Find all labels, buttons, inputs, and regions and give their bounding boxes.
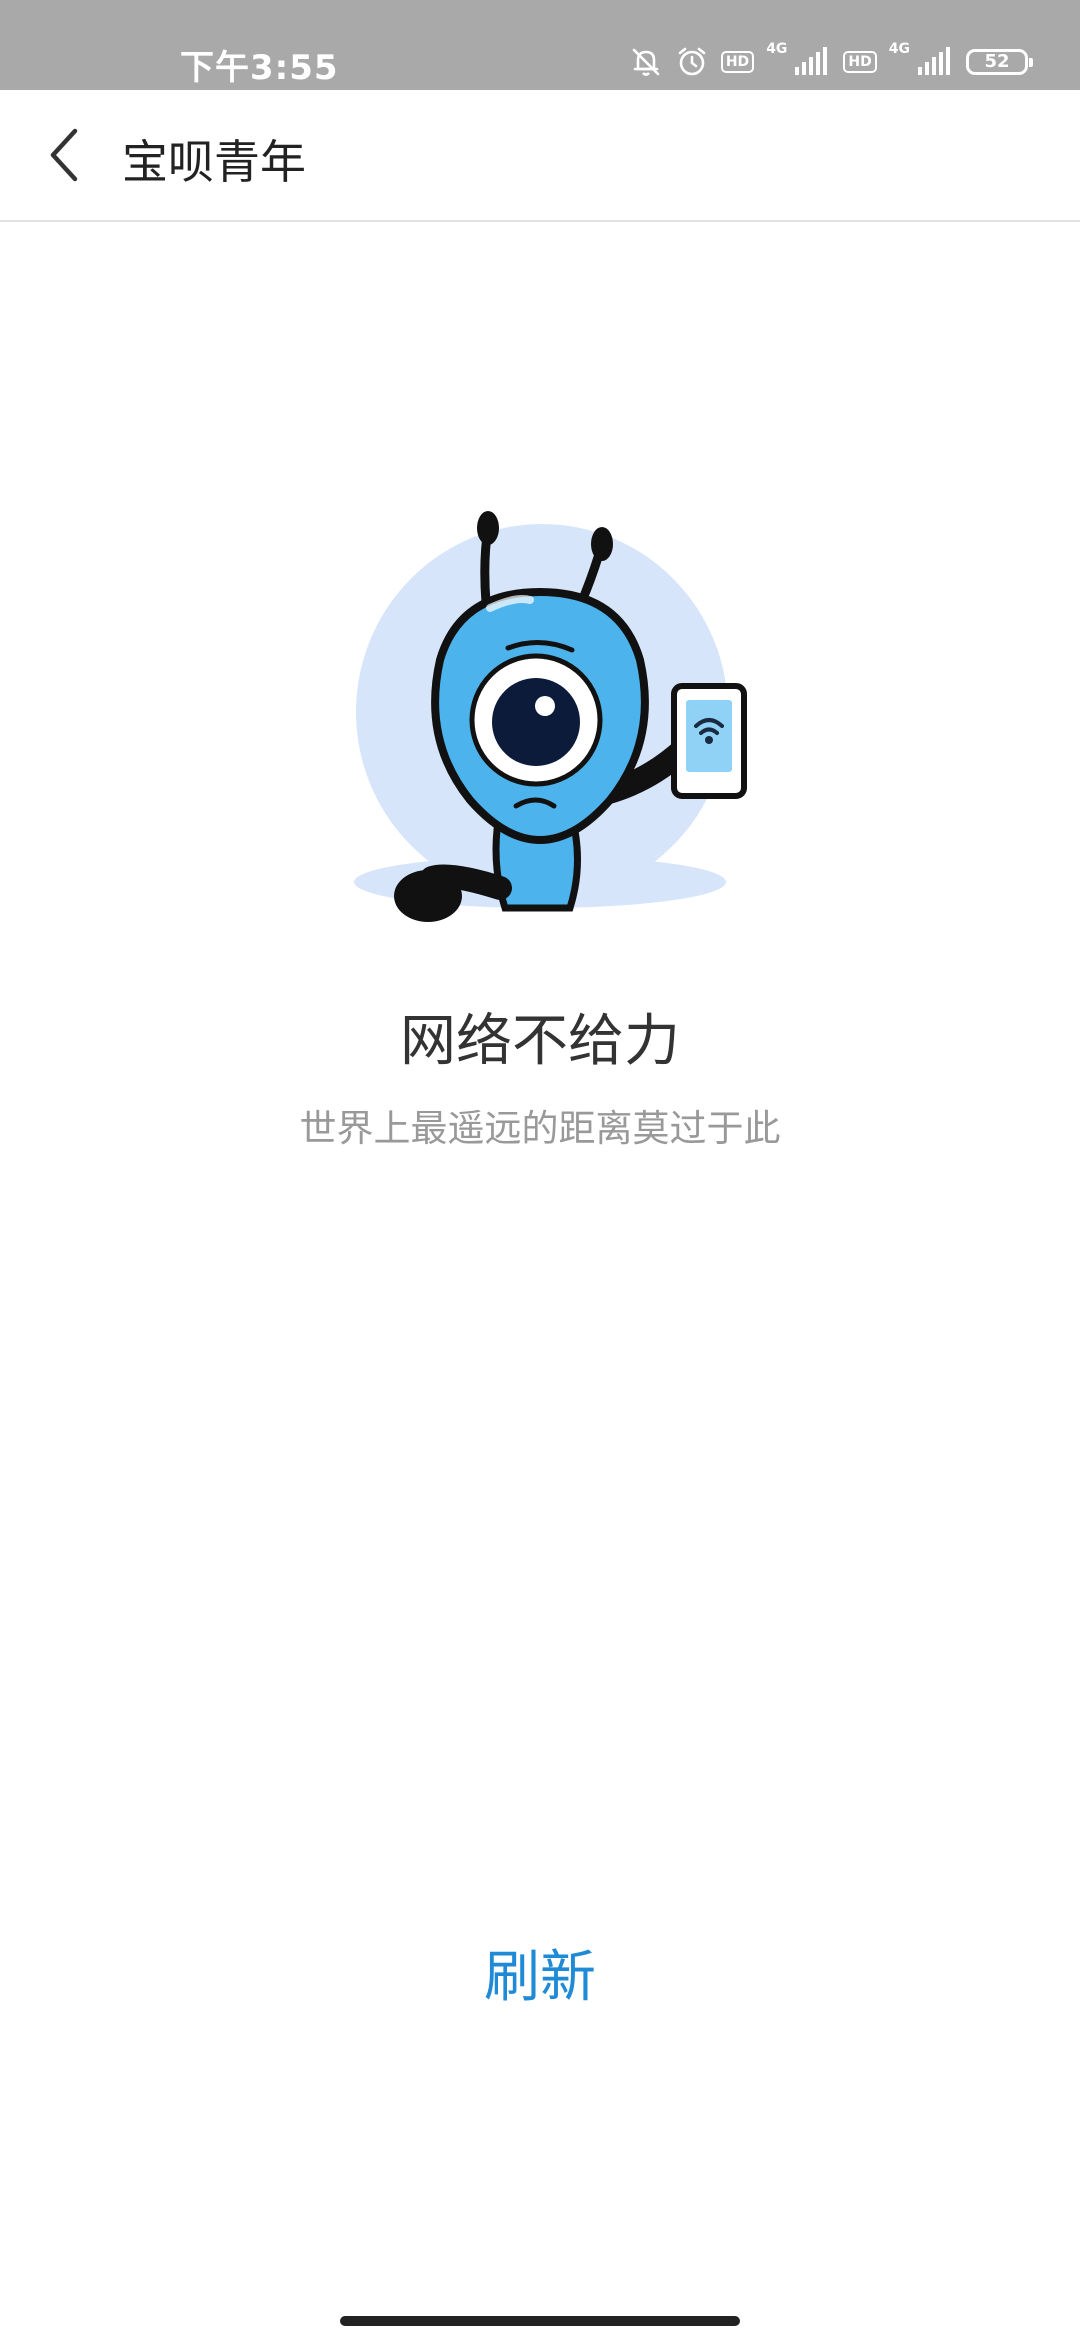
status-time: 下午3:55 xyxy=(180,48,339,88)
network-type-label: 4G xyxy=(888,41,910,57)
hd-badge: HD xyxy=(720,51,755,73)
signal-icon xyxy=(916,47,954,77)
network-type-label: 4G xyxy=(766,41,788,57)
error-title: 网络不给力 xyxy=(400,1009,680,1074)
status-bar: 下午3:55 HD 4G HD 4G 52 xyxy=(0,0,1080,90)
error-subtitle: 世界上最遥远的距离莫过于此 xyxy=(299,1107,781,1150)
page-title: 宝呗青年 xyxy=(122,135,306,189)
battery-icon: 52 xyxy=(966,49,1033,75)
phone-with-wifi xyxy=(671,683,747,799)
signal-icon xyxy=(793,47,831,77)
hd-badge: HD xyxy=(843,51,877,73)
chevron-left-icon xyxy=(50,128,78,182)
status-icons: HD 4G HD 4G 52 xyxy=(629,40,1033,84)
app-header: 宝呗青年 xyxy=(0,90,1080,222)
alarm-icon xyxy=(675,45,709,79)
network-error-illustration xyxy=(340,500,760,940)
refresh-button[interactable]: 刷新 xyxy=(440,1932,640,2012)
mute-bell-icon xyxy=(629,45,663,79)
back-button[interactable] xyxy=(30,120,100,190)
home-indicator[interactable] xyxy=(340,2316,740,2326)
screen: 下午3:55 HD 4G HD 4G 52 宝呗青年 网络不给力 世界上最遥远的… xyxy=(0,0,1080,2340)
